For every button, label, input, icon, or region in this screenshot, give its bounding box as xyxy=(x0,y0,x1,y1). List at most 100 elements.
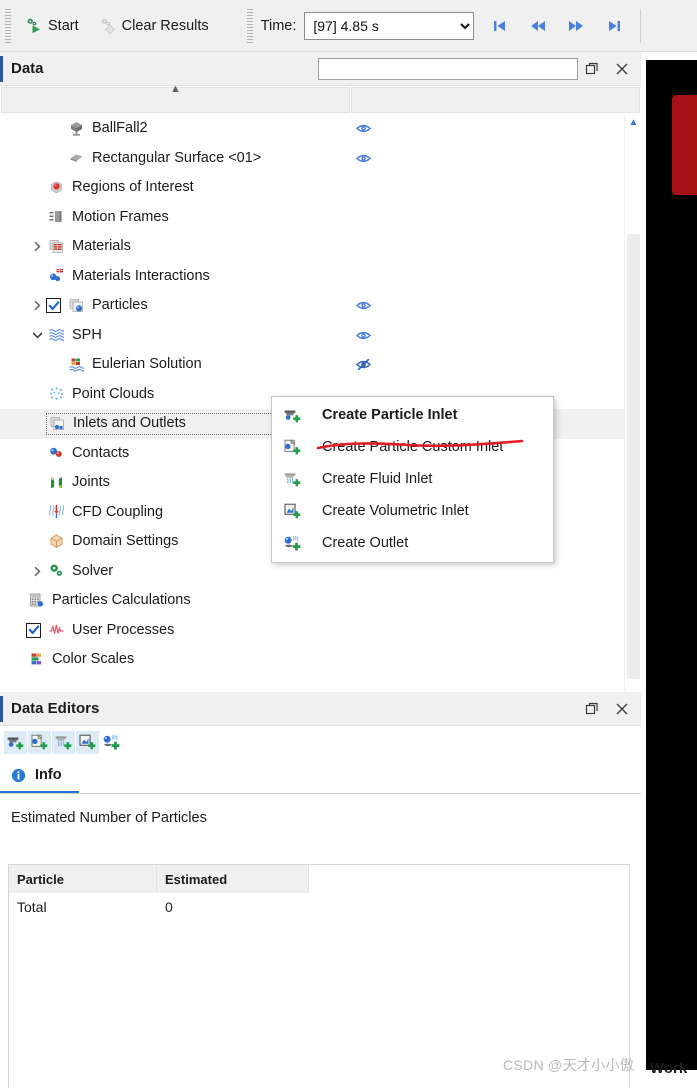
column-header-particle[interactable]: Particle xyxy=(9,865,157,893)
eye-visible-icon[interactable] xyxy=(355,327,371,343)
tree-item-materials[interactable]: Materials xyxy=(0,232,625,262)
eye-visible-icon[interactable] xyxy=(355,150,371,166)
tree-item-checkbox[interactable] xyxy=(26,622,41,638)
tree-item-sph[interactable]: SPH xyxy=(0,321,625,351)
eye-visible-icon[interactable] xyxy=(355,298,371,314)
data-editors-panel: Data Editors Info Estimated Number of Pa… xyxy=(0,692,641,1088)
chevron-right-icon[interactable] xyxy=(28,297,46,315)
joints-icon xyxy=(48,474,65,491)
work-label: Work xyxy=(650,1060,688,1077)
tree-item-rectangular-surface-01[interactable]: Rectangular Surface <01> xyxy=(0,144,625,174)
chevron-right-icon[interactable] xyxy=(28,238,46,256)
toolbar-grip-1[interactable] xyxy=(5,8,11,43)
editors-title-bar: Data Editors xyxy=(0,692,641,726)
sph-icon xyxy=(48,326,65,343)
tree-item-color-scales[interactable]: Color Scales xyxy=(0,645,625,675)
tree-vertical-scrollbar[interactable]: ▲ ▼ xyxy=(624,114,641,738)
tree-item-content: Materials xyxy=(28,237,136,257)
editors-float-button[interactable] xyxy=(580,697,604,721)
data-panel-float-button[interactable] xyxy=(580,57,604,81)
create-fluid-inlet-button[interactable] xyxy=(52,731,75,754)
data-search-input[interactable] xyxy=(318,58,578,80)
create-volumetric-inlet-button[interactable] xyxy=(76,731,99,754)
start-icon xyxy=(25,17,42,34)
tree-item-label-group: BallFall2 xyxy=(66,119,153,139)
editors-close-button[interactable] xyxy=(610,697,634,721)
watermark-text: CSDN @天才小小傲 xyxy=(503,1057,635,1073)
tree-item-content: Motion Frames xyxy=(28,207,174,227)
last-frame-button[interactable] xyxy=(602,14,626,38)
eye-visible-icon[interactable] xyxy=(355,121,371,137)
data-panel-close-button[interactable] xyxy=(610,57,634,81)
inlets-outlets-context-menu[interactable]: Create Particle Inlet Create Particle Cus… xyxy=(271,396,554,563)
chevron-down-icon[interactable] xyxy=(28,326,46,344)
tree-item-label-group: Regions of Interest xyxy=(46,178,199,198)
viewport-object xyxy=(672,95,697,195)
materials-interactions-icon xyxy=(48,267,65,284)
tree-item-label: User Processes xyxy=(72,621,175,638)
tree-item-regions-of-interest[interactable]: Regions of Interest xyxy=(0,173,625,203)
tree-item-particles-calculations[interactable]: Particles Calculations xyxy=(0,586,625,616)
cfd-coupling-icon xyxy=(48,503,65,520)
eye-hidden-icon[interactable] xyxy=(355,357,371,373)
scrollbar-thumb[interactable] xyxy=(627,234,640,679)
table-row[interactable]: Total 0 xyxy=(9,893,629,921)
previous-frame-button[interactable] xyxy=(526,14,550,38)
tree-item-label: Materials Interactions xyxy=(72,267,210,284)
context-menu-item-create-volumetric-inlet[interactable]: Create Volumetric Inlet xyxy=(272,495,553,527)
tree-item-label-group: Particles Calculations xyxy=(26,591,196,611)
tree-item-content: Particles xyxy=(28,296,153,316)
context-menu-item-create-particle-inlet[interactable]: Create Particle Inlet xyxy=(272,399,553,431)
toolbar-grip-2[interactable] xyxy=(246,8,253,43)
tree-item-label: CFD Coupling xyxy=(72,503,164,520)
start-button[interactable]: Start xyxy=(15,9,89,43)
time-select[interactable]: [97] 4.85 s xyxy=(304,11,475,40)
tree-item-eulerian-solution[interactable]: Eulerian Solution xyxy=(0,350,625,380)
editors-accent-bar xyxy=(0,696,3,722)
tree-column-visibility[interactable] xyxy=(351,87,640,113)
first-frame-button[interactable] xyxy=(488,14,512,38)
context-menu-item-create-fluid-inlet[interactable]: Create Fluid Inlet xyxy=(272,463,553,495)
surface-icon xyxy=(68,149,85,166)
create-particle-inlet-button[interactable] xyxy=(4,731,27,754)
context-menu-item-label: Create Volumetric Inlet xyxy=(322,503,469,519)
domain-settings-icon xyxy=(48,533,65,550)
context-menu-item-create-outlet[interactable]: Create Outlet xyxy=(272,527,553,559)
tree-item-checkbox[interactable] xyxy=(46,298,61,314)
tree-item-label: SPH xyxy=(72,326,102,343)
tree-item-label: Point Clouds xyxy=(72,385,155,402)
tree-item-user-processes[interactable]: User Processes xyxy=(0,616,625,646)
tree-item-content: Joints xyxy=(28,473,115,493)
tree-item-particles[interactable]: Particles xyxy=(0,291,625,321)
column-header-estimated[interactable]: Estimated xyxy=(157,865,309,893)
clear-results-icon xyxy=(99,17,116,34)
context-menu-item-create-particle-custom-inlet[interactable]: Create Particle Custom Inlet xyxy=(272,431,553,463)
tree-item-materials-interactions[interactable]: Materials Interactions xyxy=(0,262,625,292)
tab-info[interactable]: Info xyxy=(0,759,79,793)
tree-column-name[interactable]: ▲ xyxy=(1,83,350,113)
cell-particle: Total xyxy=(17,899,47,915)
point-cloud-icon xyxy=(48,385,65,402)
tab-info-label: Info xyxy=(35,767,62,783)
chevron-right-icon[interactable] xyxy=(28,562,46,580)
motion-frame-icon xyxy=(48,208,65,225)
scroll-up-icon[interactable]: ▲ xyxy=(625,114,642,131)
next-frame-button[interactable] xyxy=(564,14,588,38)
clear-results-button[interactable]: Clear Results xyxy=(89,9,219,43)
context-menu-item-label: Create Particle Inlet xyxy=(322,407,458,423)
tree-item-content: SPH xyxy=(28,325,107,345)
3d-viewport[interactable] xyxy=(646,60,697,1070)
tree-item-label-group: Joints xyxy=(46,473,115,493)
toolbar-separator xyxy=(640,8,642,43)
main-toolbar: Start Clear Results Time: [97] 4.85 s xyxy=(0,0,697,52)
start-label: Start xyxy=(48,17,79,34)
tree-item-motion-frames[interactable]: Motion Frames xyxy=(0,203,625,233)
create-particle-custom-inlet-button[interactable] xyxy=(28,731,51,754)
tree-item-ballfall2[interactable]: BallFall2 xyxy=(0,114,625,144)
create-outlet-button[interactable] xyxy=(100,731,123,754)
